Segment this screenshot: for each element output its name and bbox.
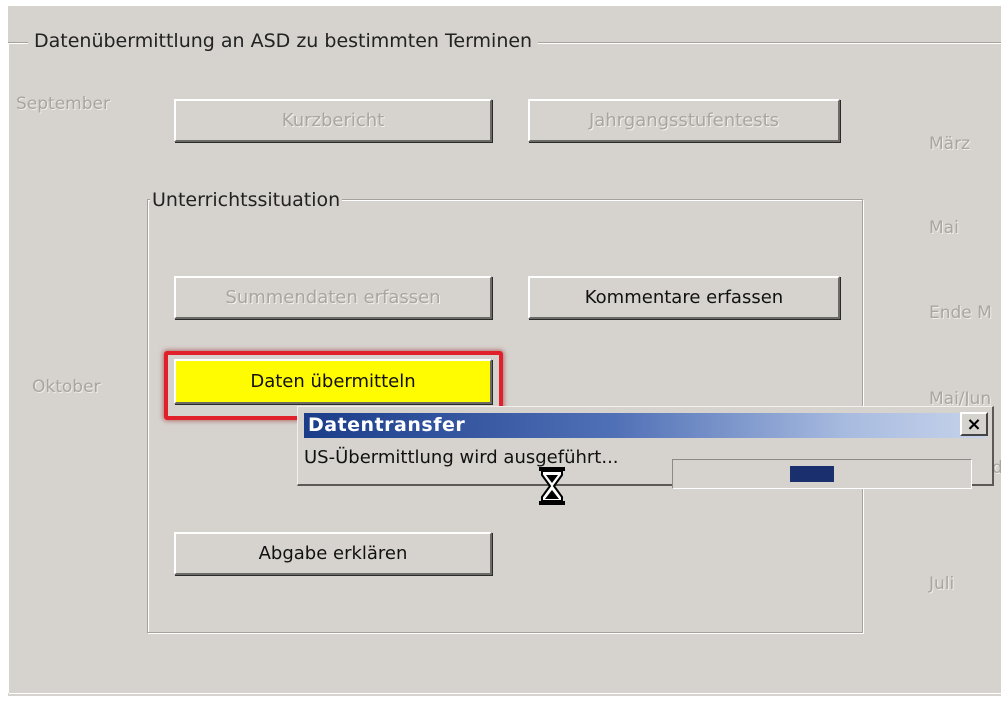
month-label-mai: Mai [929, 218, 959, 238]
outer-groupbox-legend: Datenübermittlung an ASD zu bestimmten T… [28, 30, 539, 52]
close-icon[interactable]: × [960, 412, 988, 436]
hourglass-cursor-icon [539, 467, 565, 505]
dialog-title: Datentransfer [308, 414, 466, 436]
progress-chunk [790, 466, 834, 482]
summendaten-erfassen-button[interactable]: Summendaten erfassen [174, 276, 492, 319]
month-label-september: September [16, 94, 110, 114]
month-label-ende-m: Ende M [929, 303, 992, 323]
dialog-titlebar[interactable]: Datentransfer × [304, 412, 988, 438]
datentransfer-dialog: Datentransfer × US-Übermittlung wird aus… [297, 406, 994, 489]
abgabe-erklaeren-button[interactable]: Abgabe erklären [174, 532, 492, 575]
window-panel: Datenübermittlung an ASD zu bestimmten T… [8, 6, 1001, 696]
jahrgangsstufentests-button[interactable]: Jahrgangsstufentests [528, 99, 840, 142]
kommentare-erfassen-button[interactable]: Kommentare erfassen [528, 276, 840, 319]
kurzbericht-button[interactable]: Kurzbericht [174, 99, 492, 142]
unterrichtssituation-legend: Unterrichtssituation [150, 189, 343, 211]
progress-bar [672, 459, 972, 489]
month-label-oktober: Oktober [32, 377, 101, 397]
month-label-maerz: März [929, 134, 970, 154]
dialog-message: US-Übermittlung wird ausgeführt... [304, 447, 619, 468]
month-label-juli: Juli [929, 574, 955, 594]
daten-uebermitteln-button[interactable]: Daten übermitteln [174, 359, 492, 404]
